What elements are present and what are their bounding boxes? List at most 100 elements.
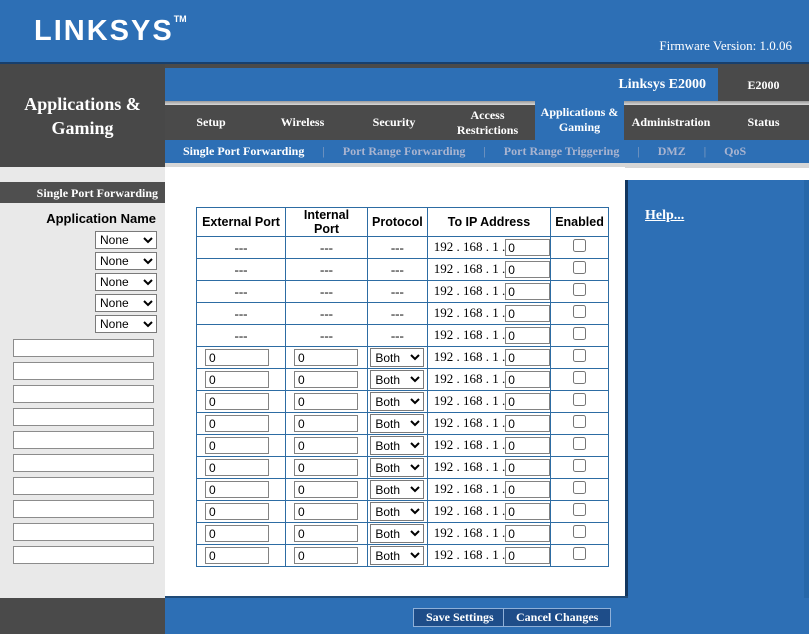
column-header: To IP Address [427,208,551,237]
ip-last-octet-input[interactable] [505,481,550,498]
ip-last-octet-input[interactable] [505,371,550,388]
logo-text: LINKSYS [34,15,174,47]
protocol-select[interactable]: Both [370,480,424,499]
ip-last-octet-input[interactable] [505,459,550,476]
internal-port-input[interactable] [294,393,358,410]
top-header: LINKSYSTM Firmware Version: 1.0.06 [0,0,809,62]
ip-last-octet-input[interactable] [505,305,550,322]
enabled-checkbox[interactable] [573,371,586,384]
application-name-input[interactable] [13,477,154,495]
table-row-custom: Both 192 . 168 . 1 . [197,501,609,523]
ip-last-octet-input[interactable] [505,503,550,520]
subnav-item[interactable]: DMZ [658,144,686,159]
application-name-input[interactable] [13,454,154,472]
ip-last-octet-input[interactable] [505,393,550,410]
external-port-input[interactable] [205,437,269,454]
internal-port-input[interactable] [294,371,358,388]
nav-tab[interactable]: Applications & Gaming [535,100,624,140]
protocol-select[interactable]: Both [370,370,424,389]
internal-port-input[interactable] [294,415,358,432]
ip-prefix: 192 . 168 . 1 . [434,371,506,386]
nav-tab[interactable]: Access Restrictions [440,105,535,140]
table-row-preset: --- --- --- 192 . 168 . 1 . [197,281,609,303]
subnav-item[interactable]: QoS [724,144,746,159]
internal-port-input[interactable] [294,349,358,366]
enabled-checkbox[interactable] [573,459,586,472]
enabled-checkbox[interactable] [573,305,586,318]
application-name-input[interactable] [13,431,154,449]
application-name-input[interactable] [13,500,154,518]
enabled-checkbox[interactable] [573,525,586,538]
external-port-input[interactable] [205,415,269,432]
protocol-select[interactable]: Both [370,392,424,411]
help-link[interactable]: Help... [645,208,684,224]
ip-last-octet-input[interactable] [505,415,550,432]
application-name-input[interactable] [13,523,154,541]
external-port-input[interactable] [205,503,269,520]
main-nav-tabs: Setup WirelessSecurityAccess Restrictions… [165,105,809,140]
external-port-input[interactable] [205,459,269,476]
ip-last-octet-input[interactable] [505,239,550,256]
nav-tab[interactable]: Administration [624,105,718,140]
enabled-checkbox[interactable] [573,261,586,274]
internal-port-input[interactable] [294,525,358,542]
protocol-select[interactable]: Both [370,502,424,521]
internal-port-input[interactable] [294,503,358,520]
protocol-select[interactable]: Both [370,348,424,367]
application-name-input[interactable] [13,362,154,380]
external-port-input[interactable] [205,393,269,410]
protocol-select[interactable]: Both [370,414,424,433]
ip-last-octet-input[interactable] [505,327,550,344]
enabled-checkbox[interactable] [573,547,586,560]
application-name-select[interactable]: None [95,231,157,249]
ip-last-octet-input[interactable] [505,283,550,300]
nav-tab[interactable]: Setup [165,105,257,140]
nav-tab[interactable]: Status [718,105,809,140]
protocol-select[interactable]: Both [370,524,424,543]
nav-tab-label: Setup [196,115,225,130]
ip-last-octet-input[interactable] [505,547,550,564]
enabled-checkbox[interactable] [573,239,586,252]
subnav-item[interactable]: Single Port Forwarding [183,144,304,159]
application-name-select[interactable]: None [95,273,157,291]
enabled-checkbox[interactable] [573,415,586,428]
cancel-changes-button[interactable]: Cancel Changes [503,608,611,627]
model-label: E2000 [718,68,809,101]
enabled-checkbox[interactable] [573,327,586,340]
external-port-input[interactable] [205,525,269,542]
internal-port-input[interactable] [294,481,358,498]
enabled-checkbox[interactable] [573,283,586,296]
protocol-select[interactable]: Both [370,436,424,455]
external-port-input[interactable] [205,547,269,564]
internal-port-input[interactable] [294,547,358,564]
external-port-input[interactable] [205,349,269,366]
application-name-select[interactable]: None [95,252,157,270]
application-name-input[interactable] [13,546,154,564]
ip-last-octet-input[interactable] [505,437,550,454]
internal-port-value: --- [286,237,368,259]
nav-tab[interactable]: Wireless [257,105,348,140]
external-port-input[interactable] [205,481,269,498]
ip-last-octet-input[interactable] [505,525,550,542]
application-name-select[interactable]: None [95,315,157,333]
enabled-checkbox[interactable] [573,503,586,516]
protocol-select[interactable]: Both [370,546,424,565]
subnav-item[interactable]: Port Range Forwarding [343,144,466,159]
application-name-input[interactable] [13,408,154,426]
ip-last-octet-input[interactable] [505,261,550,278]
application-name-input[interactable] [13,385,154,403]
enabled-checkbox[interactable] [573,393,586,406]
external-port-input[interactable] [205,371,269,388]
enabled-checkbox[interactable] [573,349,586,362]
ip-last-octet-input[interactable] [505,349,550,366]
protocol-select[interactable]: Both [370,458,424,477]
subnav-item[interactable]: Port Range Triggering [504,144,620,159]
enabled-checkbox[interactable] [573,481,586,494]
internal-port-input[interactable] [294,459,358,476]
internal-port-input[interactable] [294,437,358,454]
application-name-input[interactable] [13,339,154,357]
application-name-select[interactable]: None [95,294,157,312]
enabled-checkbox[interactable] [573,437,586,450]
save-settings-button[interactable]: Save Settings [413,608,507,627]
nav-tab[interactable]: Security [348,105,440,140]
